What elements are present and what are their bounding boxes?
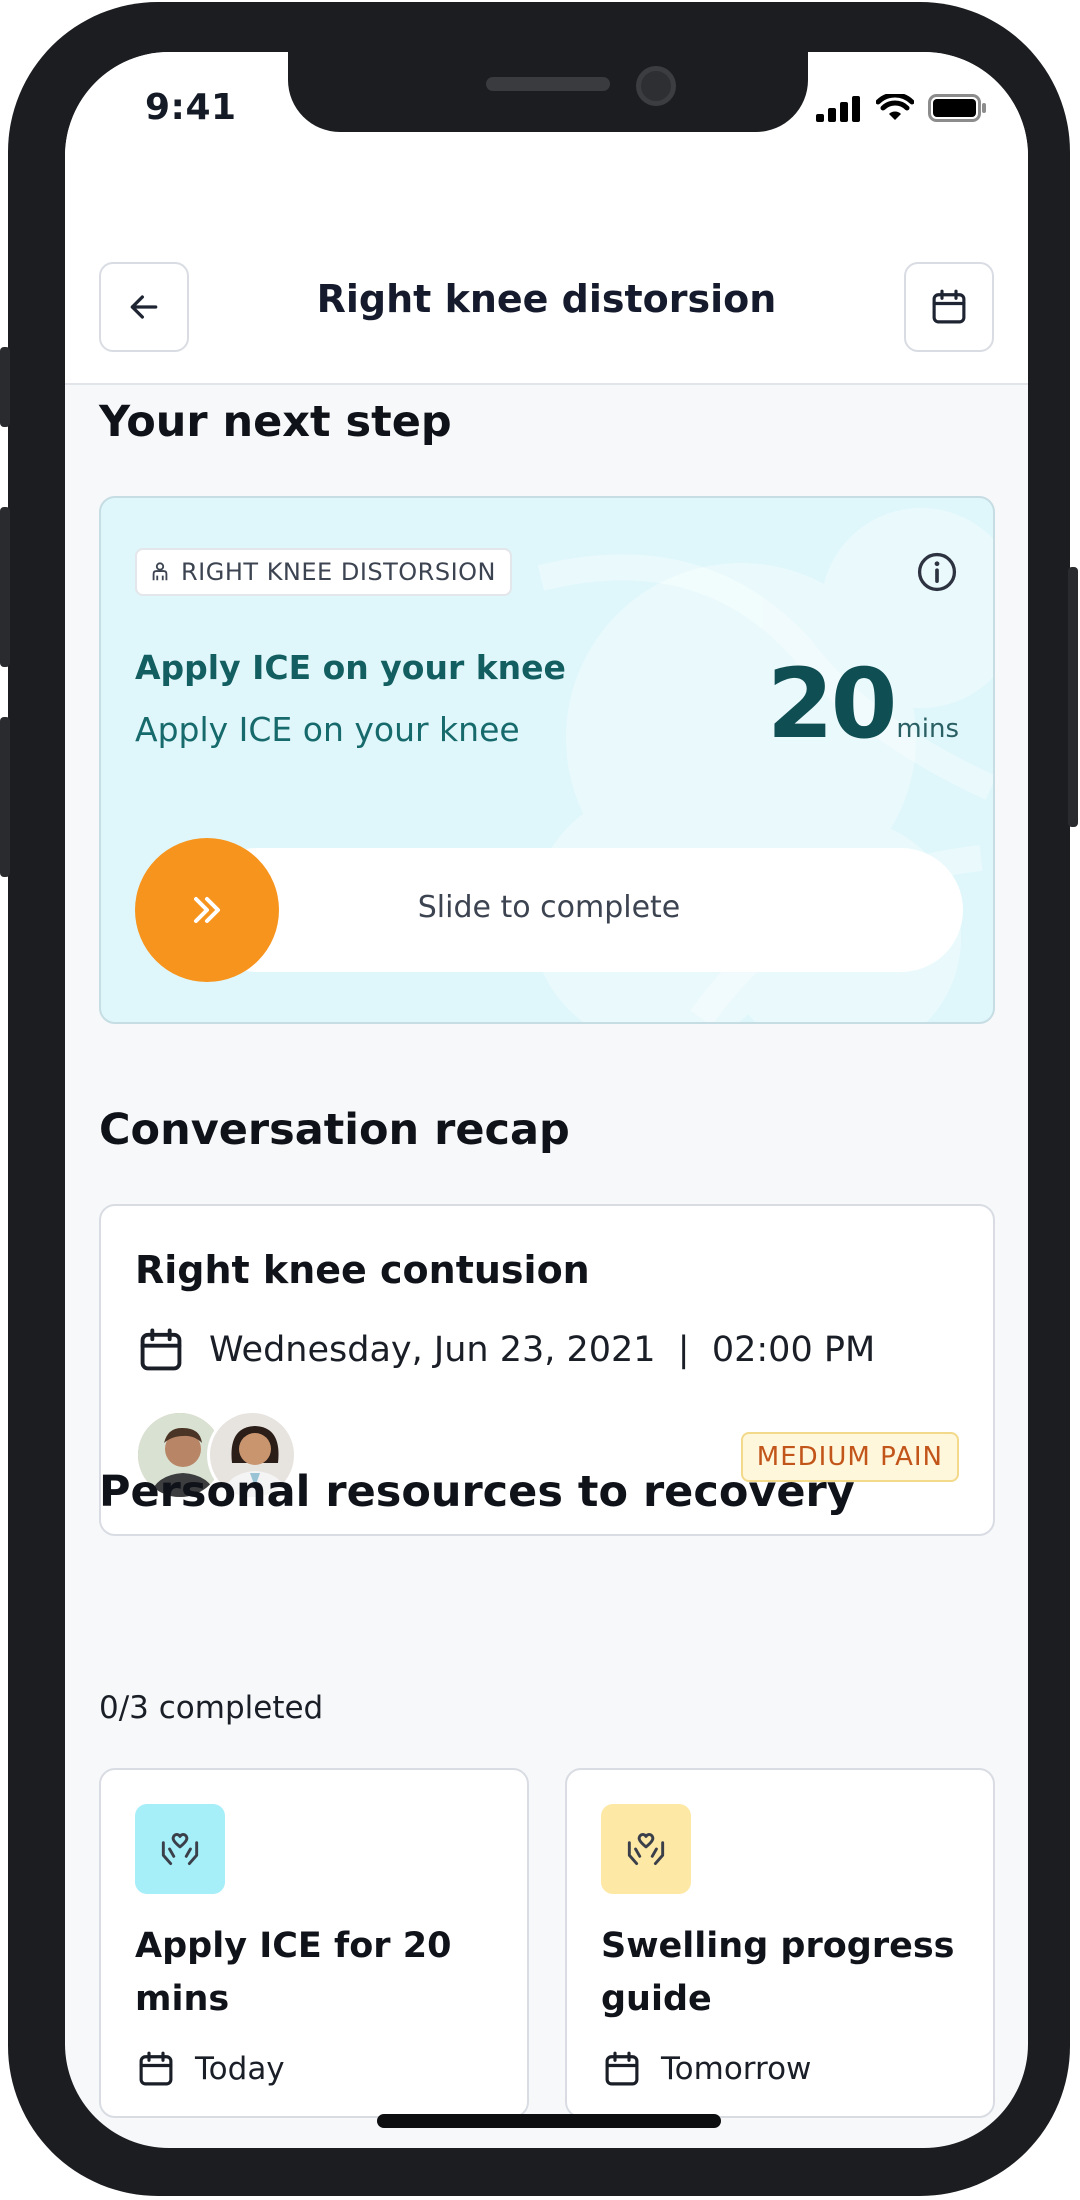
resource-due-label: Tomorrow — [661, 2051, 812, 2087]
calendar-icon — [140, 1328, 182, 1371]
page-title: Right knee distorsion — [316, 277, 777, 321]
recap-datetime: Wednesday, Jun 23, 2021 | 02:00 PM — [135, 1324, 875, 1376]
wifi-icon — [876, 94, 914, 120]
step-duration: 20 mins — [767, 648, 959, 760]
resource-icon-tile — [135, 1804, 225, 1894]
condition-tag-label: RIGHT KNEE DISTORSION — [181, 558, 497, 586]
volume-down-button — [0, 717, 10, 877]
status-time: 9:41 — [145, 87, 237, 128]
resources-progress: 0/3 completed — [99, 1690, 324, 1726]
recap-date-text: Wednesday, Jun 23, 2021 | 02:00 PM — [209, 1330, 876, 1370]
recap-title: Right knee contusion — [135, 1248, 590, 1292]
resource-due-label: Today — [195, 2051, 285, 2087]
front-camera — [636, 66, 676, 106]
battery-icon — [928, 94, 986, 122]
cellular-signal-icon — [816, 96, 860, 122]
resource-due: Tomorrow — [601, 2048, 811, 2090]
resource-card[interactable]: Apply ICE for 20 mins Today — [99, 1768, 529, 2118]
calendar-icon — [932, 289, 966, 324]
header: Right knee distorsion — [65, 182, 1028, 385]
resource-title: Swelling progress guide — [601, 1926, 955, 2019]
next-step-card[interactable]: RIGHT KNEE DISTORSION Apply ICE on your … — [99, 496, 995, 1024]
speaker — [486, 77, 610, 91]
resource-card[interactable]: Swelling progress guide Tomorrow — [565, 1768, 995, 2118]
silent-switch — [0, 347, 10, 427]
home-indicator[interactable] — [377, 2114, 721, 2128]
next-step-heading: Your next step — [99, 397, 452, 447]
double-chevron-right-icon — [193, 896, 221, 924]
calendar-icon — [139, 2051, 173, 2086]
slider-handle[interactable] — [135, 838, 279, 982]
notch — [288, 52, 808, 132]
step-subtitle: Apply ICE on your knee — [135, 710, 520, 749]
phone-frame: 9:41 Right knee distorsion Your next ste… — [0, 2, 1078, 2196]
resource-icon-tile — [601, 1804, 691, 1894]
calendar-icon — [605, 2051, 639, 2086]
resource-due: Today — [135, 2048, 285, 2090]
power-button — [1068, 567, 1078, 827]
condition-tag: RIGHT KNEE DISTORSION — [135, 548, 513, 596]
resources-heading: Personal resources to recovery — [99, 1467, 855, 1517]
slide-to-complete[interactable]: Slide to complete — [135, 838, 963, 982]
duration-value: 20 — [766, 648, 898, 760]
hands-heart-icon — [161, 1833, 199, 1866]
person-icon — [152, 562, 168, 581]
info-icon[interactable] — [915, 550, 959, 594]
status-icons — [816, 94, 988, 122]
recap-heading: Conversation recap — [99, 1105, 570, 1155]
hands-heart-icon — [627, 1833, 665, 1866]
duration-unit: mins — [896, 714, 959, 744]
volume-up-button — [0, 507, 10, 667]
step-title: Apply ICE on your knee — [135, 648, 566, 687]
calendar-button[interactable] — [904, 262, 994, 352]
screen: 9:41 Right knee distorsion Your next ste… — [65, 52, 1028, 2148]
resource-title: Apply ICE for 20 mins — [135, 1926, 452, 2019]
